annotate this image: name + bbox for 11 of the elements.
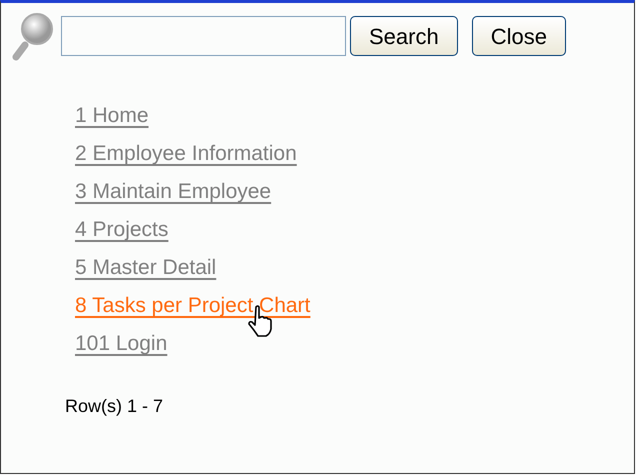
- page-link[interactable]: 1 Home: [75, 97, 149, 135]
- close-button[interactable]: Close: [472, 16, 566, 56]
- search-field[interactable]: [61, 16, 346, 56]
- page-link[interactable]: 8 Tasks per Project Chart: [75, 287, 310, 325]
- row-count-text: Row(s) 1 - 7: [64, 395, 164, 418]
- search-button[interactable]: Search: [350, 16, 458, 56]
- page-link[interactable]: 5 Master Detail: [75, 249, 216, 287]
- page-link[interactable]: 2 Employee Information: [75, 135, 297, 173]
- page-link[interactable]: 4 Projects: [75, 211, 168, 249]
- page-link[interactable]: 101 Login: [75, 325, 168, 363]
- page-link[interactable]: 3 Maintain Employee: [75, 173, 272, 211]
